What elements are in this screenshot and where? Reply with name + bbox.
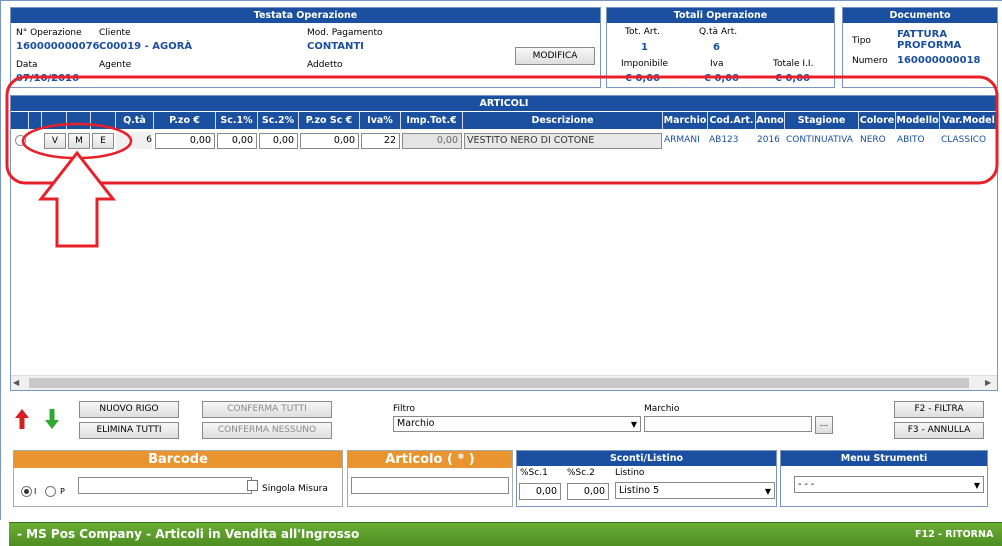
singola-misura-checkbox[interactable] xyxy=(247,480,258,491)
menu-strumenti-title: Menu Strumenti xyxy=(781,451,987,466)
f2-filtra-button[interactable]: F2 - FILTRA xyxy=(894,401,984,418)
radio-i-label: I xyxy=(34,487,37,496)
annotation-rectangle xyxy=(5,75,999,185)
menu-strumenti-panel: Menu Strumenti - - - xyxy=(780,450,988,507)
arrow-down-icon[interactable] xyxy=(44,408,60,433)
barcode-title: Barcode xyxy=(14,451,342,468)
filtro-label: Filtro xyxy=(393,404,416,414)
sc1-input[interactable]: 0,00 xyxy=(519,483,561,500)
sconti-panel: Sconti/Listino %Sc.1 %Sc.2 Listino 0,00 … xyxy=(516,450,777,507)
barcode-panel: Barcode I P Singola Misura xyxy=(13,450,343,507)
conferma-tutti-button[interactable]: CONFERMA TUTTI xyxy=(202,401,332,418)
scrollbar-thumb[interactable] xyxy=(29,378,969,388)
articolo-input[interactable] xyxy=(351,477,509,494)
filtro-select[interactable]: Marchio xyxy=(393,416,641,432)
articolo-panel: Articolo ( * ) xyxy=(347,450,513,507)
singola-misura-label: Singola Misura xyxy=(262,484,328,494)
footer-bar: - MS Pos Company - Articoli in Vendita a… xyxy=(9,522,1002,546)
marchio-lookup-button[interactable]: ... xyxy=(815,416,833,434)
elimina-tutti-button[interactable]: ELIMINA TUTTI xyxy=(79,422,179,439)
conferma-nessuno-button[interactable]: CONFERMA NESSUNO xyxy=(202,422,332,439)
f3-annulla-button[interactable]: F3 - ANNULLA xyxy=(894,422,984,439)
sc2-label: %Sc.2 xyxy=(567,468,595,478)
annotation-overlay xyxy=(5,75,999,248)
footer-title: - MS Pos Company - Articoli in Vendita a… xyxy=(17,527,360,541)
listino-select[interactable]: Listino 5 xyxy=(615,482,775,499)
articolo-title: Articolo ( * ) xyxy=(348,451,512,468)
barcode-input[interactable] xyxy=(78,477,252,494)
radio-p-label: P xyxy=(60,487,65,496)
nuovo-rigo-button[interactable]: NUOVO RIGO xyxy=(79,401,179,418)
marchio-input[interactable] xyxy=(644,416,812,432)
sc2-input[interactable]: 0,00 xyxy=(567,483,609,500)
marchio-label: Marchio xyxy=(644,404,680,414)
horizontal-scrollbar[interactable]: ◀ ▶ xyxy=(11,375,997,390)
radio-i[interactable] xyxy=(21,486,32,497)
menu-strumenti-select[interactable]: - - - xyxy=(794,476,984,493)
sconti-title: Sconti/Listino xyxy=(517,451,776,466)
scroll-right-icon[interactable]: ▶ xyxy=(985,378,991,387)
sc1-label: %Sc.1 xyxy=(520,468,548,478)
annotation-arrow-icon xyxy=(37,150,117,248)
scroll-left-icon[interactable]: ◀ xyxy=(13,378,19,387)
arrow-up-icon[interactable] xyxy=(14,408,30,433)
f12-ritorna-button[interactable]: F12 - RITORNA xyxy=(915,529,993,540)
listino-label: Listino xyxy=(615,468,645,478)
radio-p[interactable] xyxy=(45,486,56,497)
